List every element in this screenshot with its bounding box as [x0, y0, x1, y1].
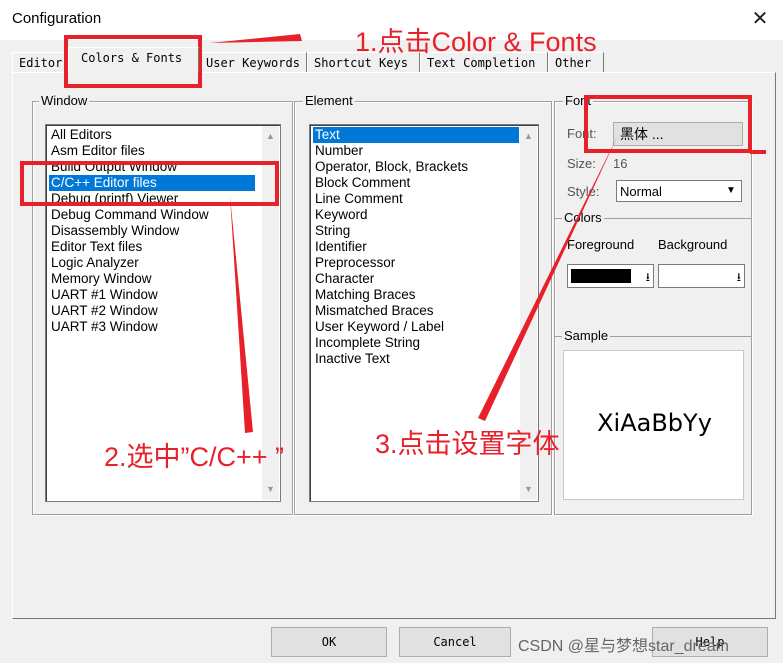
style-select[interactable]: Normal ▼ [616, 180, 742, 202]
list-item[interactable]: Number [313, 143, 363, 159]
scroll-down-icon[interactable]: ▼ [520, 481, 537, 498]
tab-colors-fonts[interactable]: Colors & Fonts [68, 47, 199, 73]
background-color-picker[interactable]: ⭳ [658, 264, 745, 288]
size-label: Size: [567, 156, 596, 171]
list-item[interactable]: Preprocessor [313, 255, 395, 271]
list-item-selected[interactable]: Text [313, 127, 519, 143]
list-item[interactable]: Inactive Text [313, 351, 390, 367]
background-swatch [662, 269, 722, 283]
scroll-down-icon[interactable]: ▼ [262, 481, 279, 498]
sample-preview: XiAaBbYy [563, 350, 744, 500]
list-item[interactable]: UART #2 Window [49, 303, 158, 319]
annotation-step2: 2.选中”C/C++ ” [104, 442, 285, 472]
annotation-box-font-tail [750, 150, 766, 154]
list-item[interactable]: Character [313, 271, 374, 287]
style-label: Style: [567, 184, 600, 199]
size-value: 16 [613, 156, 628, 171]
list-item[interactable]: Debug Command Window [49, 207, 209, 223]
dropdown-arrow-icon[interactable]: ⭳ [737, 268, 741, 289]
list-item[interactable]: Keyword [313, 207, 368, 223]
list-item[interactable]: Logic Analyzer [49, 255, 139, 271]
cancel-button[interactable]: Cancel [399, 627, 511, 657]
list-item[interactable]: Block Comment [313, 175, 410, 191]
list-item[interactable]: Operator, Block, Brackets [313, 159, 468, 175]
colors-group-label: Colors [562, 210, 604, 225]
list-item[interactable]: Memory Window [49, 271, 152, 287]
style-select-value: Normal [620, 184, 662, 199]
dropdown-arrow-icon[interactable]: ⭳ [646, 268, 650, 289]
scroll-up-icon[interactable]: ▲ [262, 128, 279, 145]
annotation-box-font [584, 95, 752, 153]
list-item[interactable]: Identifier [313, 239, 367, 255]
list-item[interactable]: Line Comment [313, 191, 403, 207]
list-item[interactable]: Incomplete String [313, 335, 420, 351]
list-item[interactable]: All Editors [49, 127, 112, 143]
tab-user-keywords[interactable]: User Keywords [199, 52, 307, 72]
list-item[interactable]: Mismatched Braces [313, 303, 434, 319]
sample-text: XiAaBbYy [597, 409, 712, 437]
tab-editor[interactable]: Editor [12, 52, 68, 72]
foreground-label: Foreground [567, 237, 635, 252]
list-item[interactable]: Editor Text files [49, 239, 142, 255]
sample-group: Sample XiAaBbYy [554, 328, 752, 510]
list-item[interactable]: UART #3 Window [49, 319, 158, 335]
foreground-color-picker[interactable]: ⭳ [567, 264, 654, 288]
annotation-box-list [20, 161, 279, 206]
annotation-step3: 3.点击设置字体 [375, 429, 560, 459]
element-group-label: Element [303, 93, 355, 108]
chevron-down-icon[interactable]: ▼ [723, 183, 739, 199]
annotation-step1: 1.点击Color & Fonts [355, 27, 597, 57]
window-group-label: Window [39, 93, 90, 108]
list-item[interactable]: User Keyword / Label [313, 319, 444, 335]
close-icon[interactable]: ✕ [748, 6, 772, 32]
background-label: Background [658, 237, 728, 252]
colors-group: Colors Foreground Background ⭳ ⭳ [554, 210, 752, 300]
foreground-swatch [571, 269, 631, 283]
ok-button[interactable]: OK [271, 627, 387, 657]
list-item[interactable]: String [313, 223, 350, 239]
window-title: Configuration [12, 10, 102, 27]
watermark: CSDN @星与梦想star_dream [518, 638, 729, 655]
list-item[interactable]: Disassembly Window [49, 223, 179, 239]
list-item[interactable]: UART #1 Window [49, 287, 158, 303]
list-item[interactable]: Asm Editor files [49, 143, 145, 159]
sample-group-label: Sample [562, 328, 611, 343]
scroll-up-icon[interactable]: ▲ [520, 128, 537, 145]
list-item[interactable]: Matching Braces [313, 287, 416, 303]
